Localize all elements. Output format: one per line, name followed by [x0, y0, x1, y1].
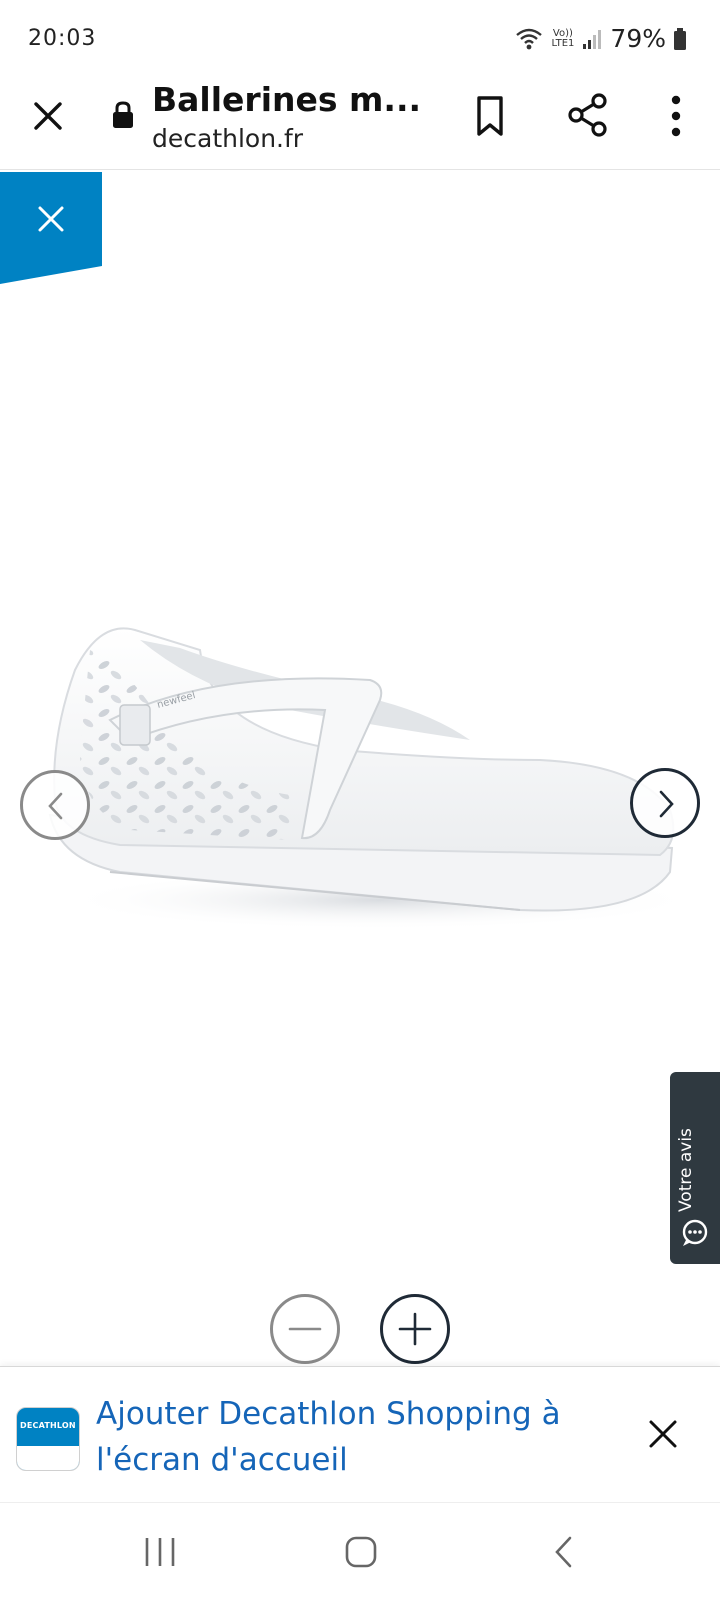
bookmark-icon[interactable]	[470, 94, 510, 138]
chevron-left-icon	[48, 792, 63, 820]
lte-label: LTE1	[551, 37, 575, 49]
system-nav-bar	[0, 1502, 720, 1600]
status-time: 20:03	[28, 26, 97, 51]
recent-apps-icon[interactable]	[144, 1535, 176, 1569]
decathlon-logo-text: DECATHLON	[20, 1421, 76, 1430]
close-gallery-button[interactable]	[0, 172, 102, 284]
feedback-tab[interactable]: Votre avis	[670, 1072, 720, 1264]
decathlon-app-icon: DECATHLON	[16, 1407, 80, 1471]
battery-level: 79%	[610, 24, 666, 53]
previous-image-button[interactable]	[20, 770, 90, 840]
status-bar: 20:03 Vo)) LTE1 79%	[0, 0, 720, 80]
status-icons: Vo)) LTE1 79%	[515, 24, 686, 53]
banner-message[interactable]: Ajouter Decathlon Shopping à l'écran d'a…	[96, 1391, 636, 1483]
chevron-right-icon	[659, 790, 674, 818]
zoom-in-button[interactable]	[380, 1294, 450, 1364]
add-to-homescreen-banner[interactable]: DECATHLON Ajouter Decathlon Shopping à l…	[0, 1366, 720, 1502]
close-banner-icon[interactable]	[646, 1417, 680, 1451]
wifi-icon	[516, 28, 543, 49]
lock-icon	[113, 101, 133, 128]
chat-bubble-icon	[682, 1219, 708, 1246]
signal-icon	[583, 29, 602, 49]
more-options-icon[interactable]	[656, 92, 696, 140]
minus-icon	[288, 1327, 322, 1331]
page-title[interactable]: Ballerines m...	[152, 80, 421, 119]
zoom-out-button[interactable]	[270, 1294, 340, 1364]
next-image-button[interactable]	[630, 768, 700, 838]
back-icon[interactable]	[552, 1535, 576, 1569]
share-icon[interactable]	[566, 92, 610, 138]
feedback-label: Votre avis	[676, 1128, 696, 1212]
plus-icon	[398, 1312, 432, 1346]
page-url[interactable]: decathlon.fr	[152, 124, 303, 153]
close-icon[interactable]	[28, 96, 68, 136]
browser-toolbar: Ballerines m... decathlon.fr	[0, 80, 720, 170]
app-icon-bottom	[17, 1446, 79, 1470]
product-image: newfeel	[48, 627, 700, 930]
battery-icon	[674, 27, 686, 50]
volte-label: Vo))	[552, 27, 573, 39]
network-indicator: Vo)) LTE1	[551, 27, 575, 49]
home-icon[interactable]	[344, 1535, 378, 1569]
